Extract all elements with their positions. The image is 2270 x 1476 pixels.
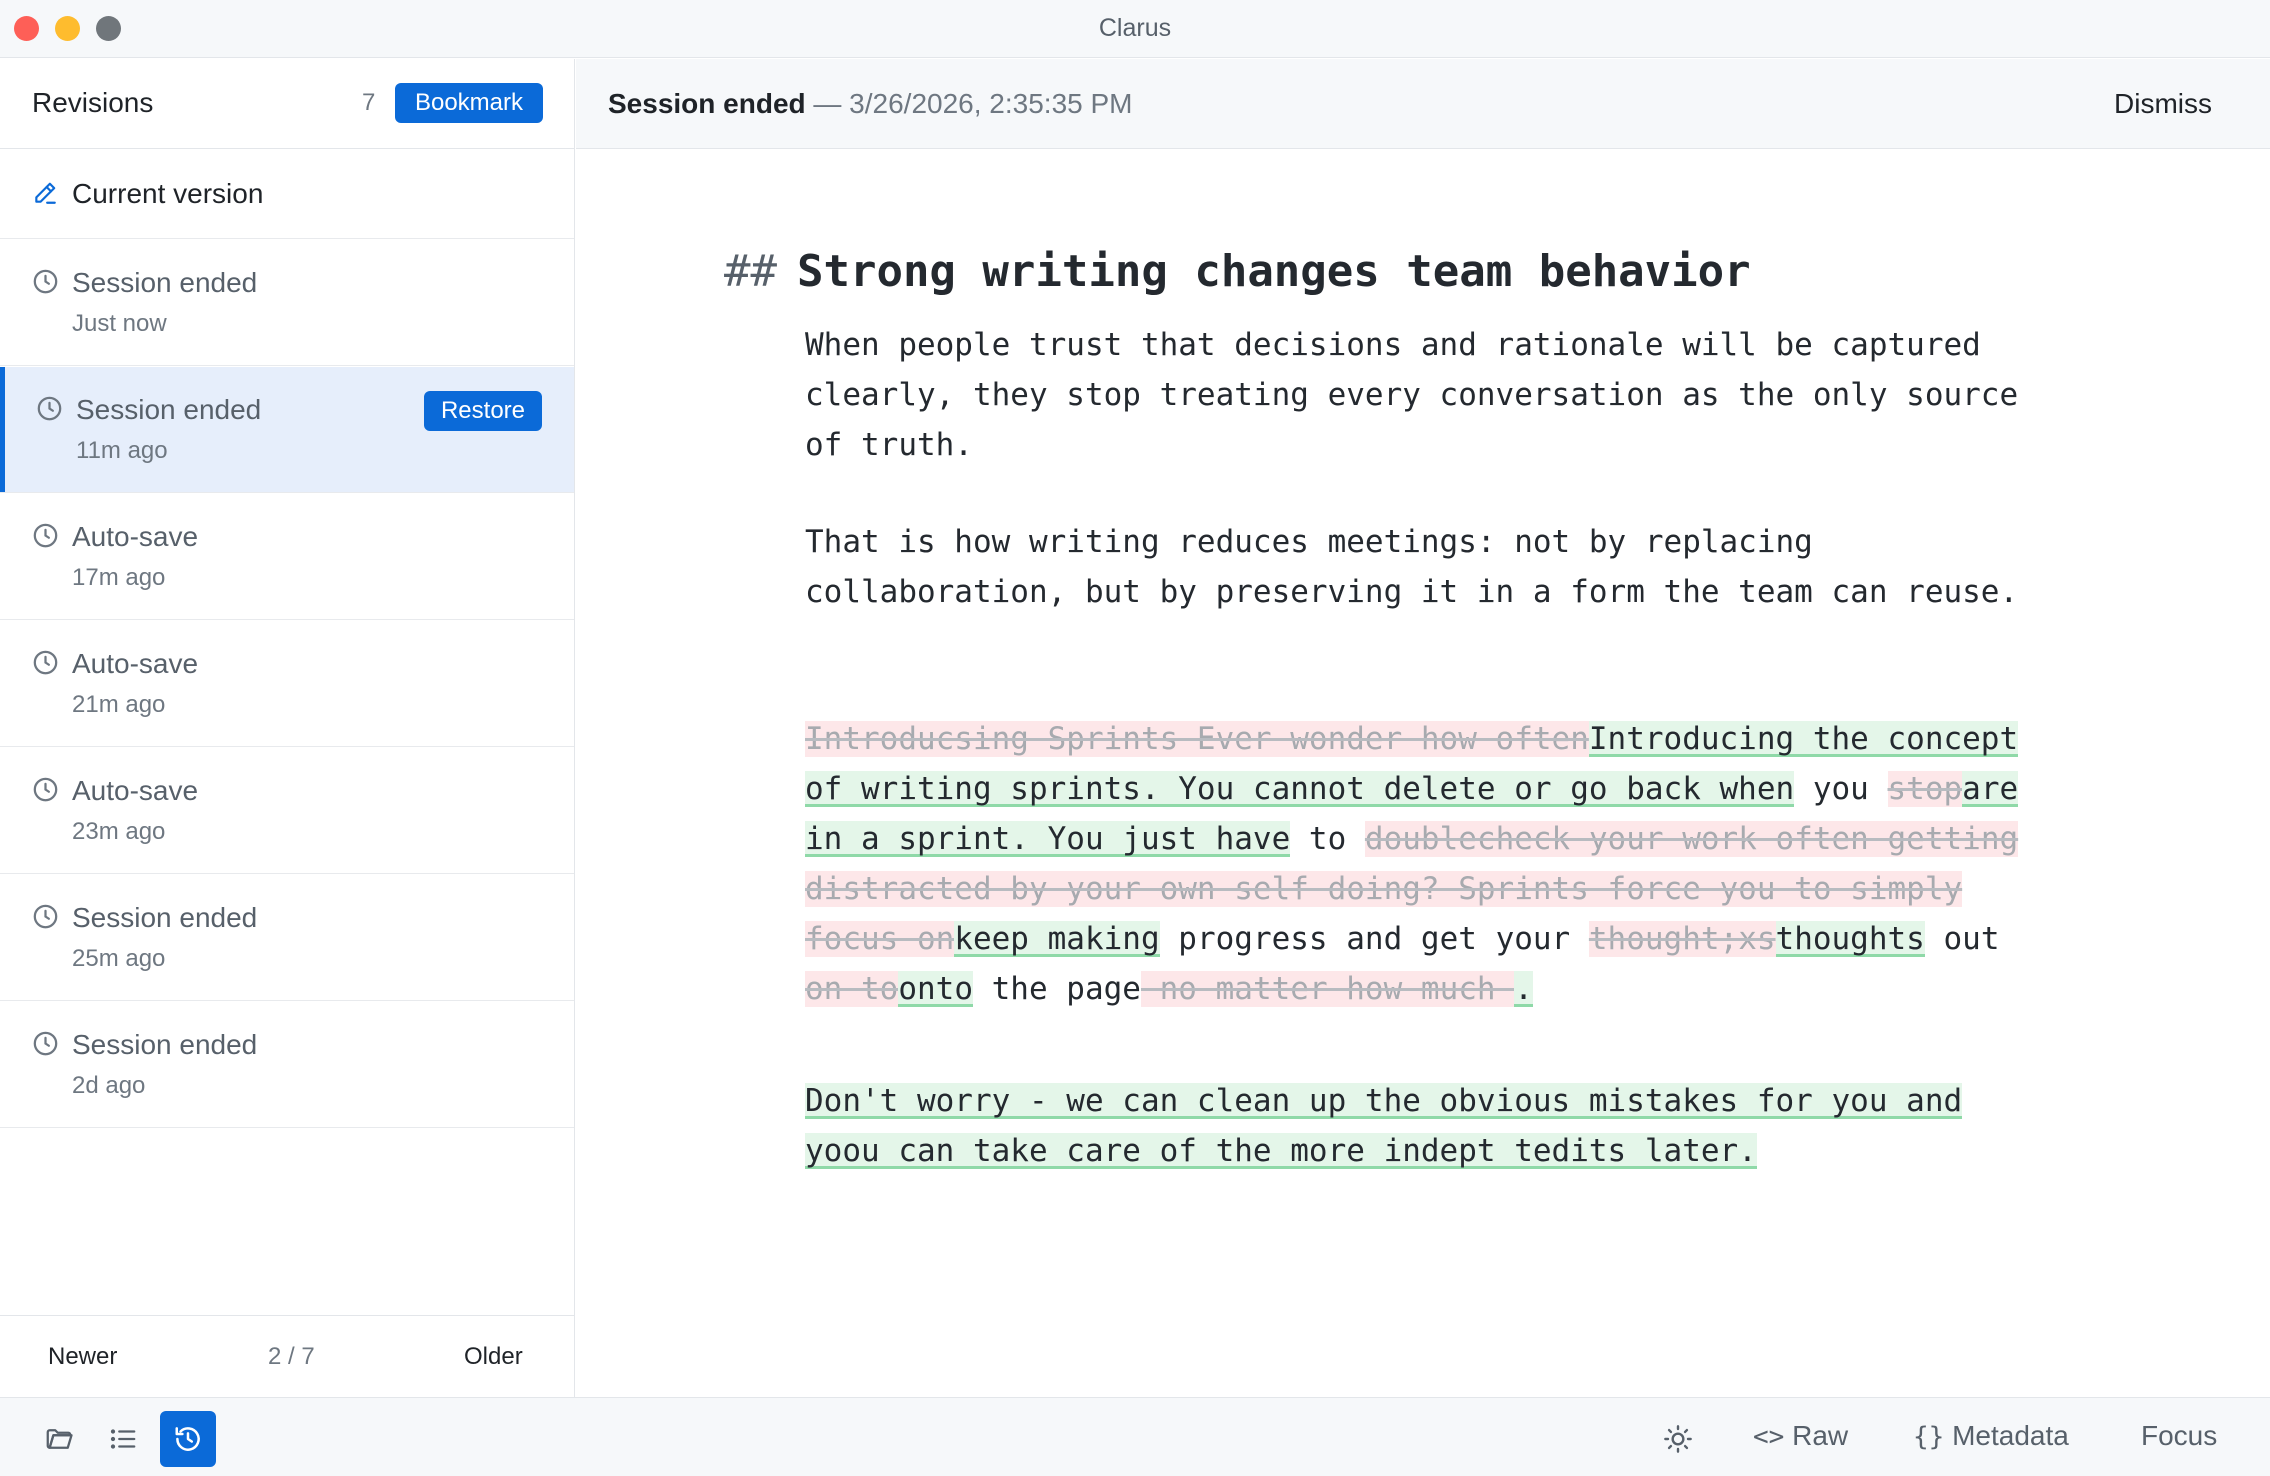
paragraph: That is how writing reduces meetings: no… bbox=[805, 524, 2019, 610]
revision-time: 21m ago bbox=[72, 691, 166, 718]
older-button[interactable]: Older bbox=[464, 1343, 523, 1371]
metadata-button[interactable]: {} Metadata bbox=[1913, 1420, 2069, 1452]
current-version-label: Current version bbox=[72, 178, 264, 209]
deleted-text: Introducsing Sprints Ever wonder how oft… bbox=[805, 721, 1589, 757]
deleted-text: on to bbox=[805, 971, 899, 1007]
revision-name: Session ended bbox=[72, 267, 258, 298]
revision-time: 23m ago bbox=[72, 818, 166, 845]
raw-label: Raw bbox=[1792, 1420, 1849, 1451]
document-heading: ## Strong writing changes team behavior bbox=[724, 246, 1751, 297]
history-icon[interactable] bbox=[160, 1411, 216, 1467]
revision-name: Session ended bbox=[72, 1029, 258, 1060]
revision-count: 7 bbox=[362, 89, 376, 116]
inserted-text: thoughts bbox=[1775, 921, 1925, 957]
window-title: Clarus bbox=[1098, 14, 1172, 42]
sun-icon[interactable] bbox=[1662, 1423, 1694, 1455]
unchanged-text: you bbox=[1794, 771, 1888, 807]
revision-name: Session ended bbox=[72, 902, 258, 933]
revision-pager: Newer 2 / 7 Older bbox=[0, 1315, 574, 1397]
banner-text: Session ended — 3/26/2026, 2:35:35 PM bbox=[608, 88, 1133, 120]
revision-name: Auto-save bbox=[72, 648, 199, 679]
focus-button[interactable]: Focus bbox=[2141, 1420, 2217, 1452]
inserted-text: onto bbox=[898, 971, 973, 1007]
banner-timestamp: — 3/26/2026, 2:35:35 PM bbox=[805, 88, 1133, 119]
clock-icon bbox=[33, 650, 58, 675]
newer-button[interactable]: Newer bbox=[48, 1343, 117, 1371]
heading-text: Strong writing changes team behavior bbox=[796, 246, 1751, 297]
revision-item[interactable]: Auto-save 17m ago bbox=[0, 494, 574, 620]
dismiss-button[interactable]: Dismiss bbox=[2114, 88, 2212, 120]
revision-item[interactable]: Auto-save 21m ago bbox=[0, 621, 574, 747]
clock-icon bbox=[37, 396, 62, 421]
revision-item[interactable]: Auto-save 23m ago bbox=[0, 748, 574, 874]
sidebar-title: Revisions bbox=[32, 87, 154, 118]
document-editor[interactable]: ## Strong writing changes team behavior W… bbox=[576, 150, 2270, 1397]
title-bar: Clarus bbox=[0, 0, 2270, 58]
app-window: Clarus Revisions 7 Bookmark Current vers… bbox=[0, 0, 2270, 1476]
unchanged-text: out bbox=[1924, 921, 2000, 957]
diff-paragraph: Introducsing Sprints Ever wonder how oft… bbox=[805, 714, 2035, 1014]
paragraph: When people trust that decisions and rat… bbox=[805, 327, 2019, 463]
revisions-sidebar: Revisions 7 Bookmark Current version Ses… bbox=[0, 59, 575, 1397]
main-panel: Session ended — 3/26/2026, 2:35:35 PM Di… bbox=[576, 59, 2270, 1397]
inserted-text: . bbox=[1514, 971, 1533, 1007]
bottom-toolbar: <> Raw {} Metadata Focus bbox=[0, 1397, 2270, 1476]
revision-name: Auto-save bbox=[72, 521, 199, 552]
banner-title: Session ended bbox=[608, 88, 806, 119]
clock-icon bbox=[33, 1031, 58, 1056]
deleted-text: thought;xs bbox=[1588, 921, 1776, 957]
revision-time: 25m ago bbox=[72, 945, 166, 972]
clock-icon bbox=[33, 269, 58, 294]
inserted-text: Don't worry - we can clean up the obviou… bbox=[805, 1083, 1963, 1169]
pager-position: 2 / 7 bbox=[268, 1343, 315, 1370]
revision-time: Just now bbox=[72, 310, 167, 337]
revision-name: Auto-save bbox=[72, 775, 199, 806]
revision-time: 11m ago bbox=[76, 437, 168, 464]
list-icon[interactable] bbox=[95, 1411, 151, 1467]
code-icon: <> bbox=[1753, 1422, 1785, 1452]
revision-time: 2d ago bbox=[72, 1072, 146, 1099]
revision-name: Session ended bbox=[76, 394, 262, 425]
revision-item[interactable]: Session ended 2d ago bbox=[0, 1002, 574, 1128]
selection-indicator bbox=[0, 367, 5, 492]
sidebar-header: Revisions 7 Bookmark bbox=[0, 59, 574, 149]
revision-time: 17m ago bbox=[72, 564, 166, 591]
revision-item[interactable]: Session ended Just now bbox=[0, 240, 574, 366]
unchanged-text: progress and get your bbox=[1159, 921, 1589, 957]
metadata-label: Metadata bbox=[1952, 1420, 2069, 1451]
inserted-paragraph: Don't worry - we can clean up the obviou… bbox=[805, 1076, 2035, 1176]
heading-marker: ## bbox=[724, 246, 777, 297]
deleted-text: no matter how much bbox=[1140, 971, 1515, 1007]
clock-icon bbox=[33, 904, 58, 929]
unchanged-text: the page bbox=[972, 971, 1141, 1007]
inserted-text: keep making bbox=[954, 921, 1160, 957]
raw-button[interactable]: <> Raw bbox=[1753, 1420, 1848, 1452]
braces-icon: {} bbox=[1913, 1422, 1945, 1452]
folder-icon[interactable] bbox=[31, 1411, 87, 1467]
current-version-item[interactable]: Current version bbox=[0, 150, 574, 239]
deleted-text: stop bbox=[1887, 771, 1963, 807]
pencil-icon bbox=[35, 182, 56, 204]
revision-item-selected[interactable]: Session ended 11m ago Restore bbox=[0, 367, 574, 493]
bookmark-button[interactable]: Bookmark bbox=[395, 83, 543, 123]
restore-button[interactable]: Restore bbox=[424, 391, 542, 431]
clock-icon bbox=[33, 523, 58, 548]
clock-icon bbox=[33, 777, 58, 802]
unchanged-text: to bbox=[1290, 821, 1365, 857]
revision-item[interactable]: Session ended 25m ago bbox=[0, 875, 574, 1001]
revision-banner: Session ended — 3/26/2026, 2:35:35 PM Di… bbox=[576, 59, 2270, 149]
